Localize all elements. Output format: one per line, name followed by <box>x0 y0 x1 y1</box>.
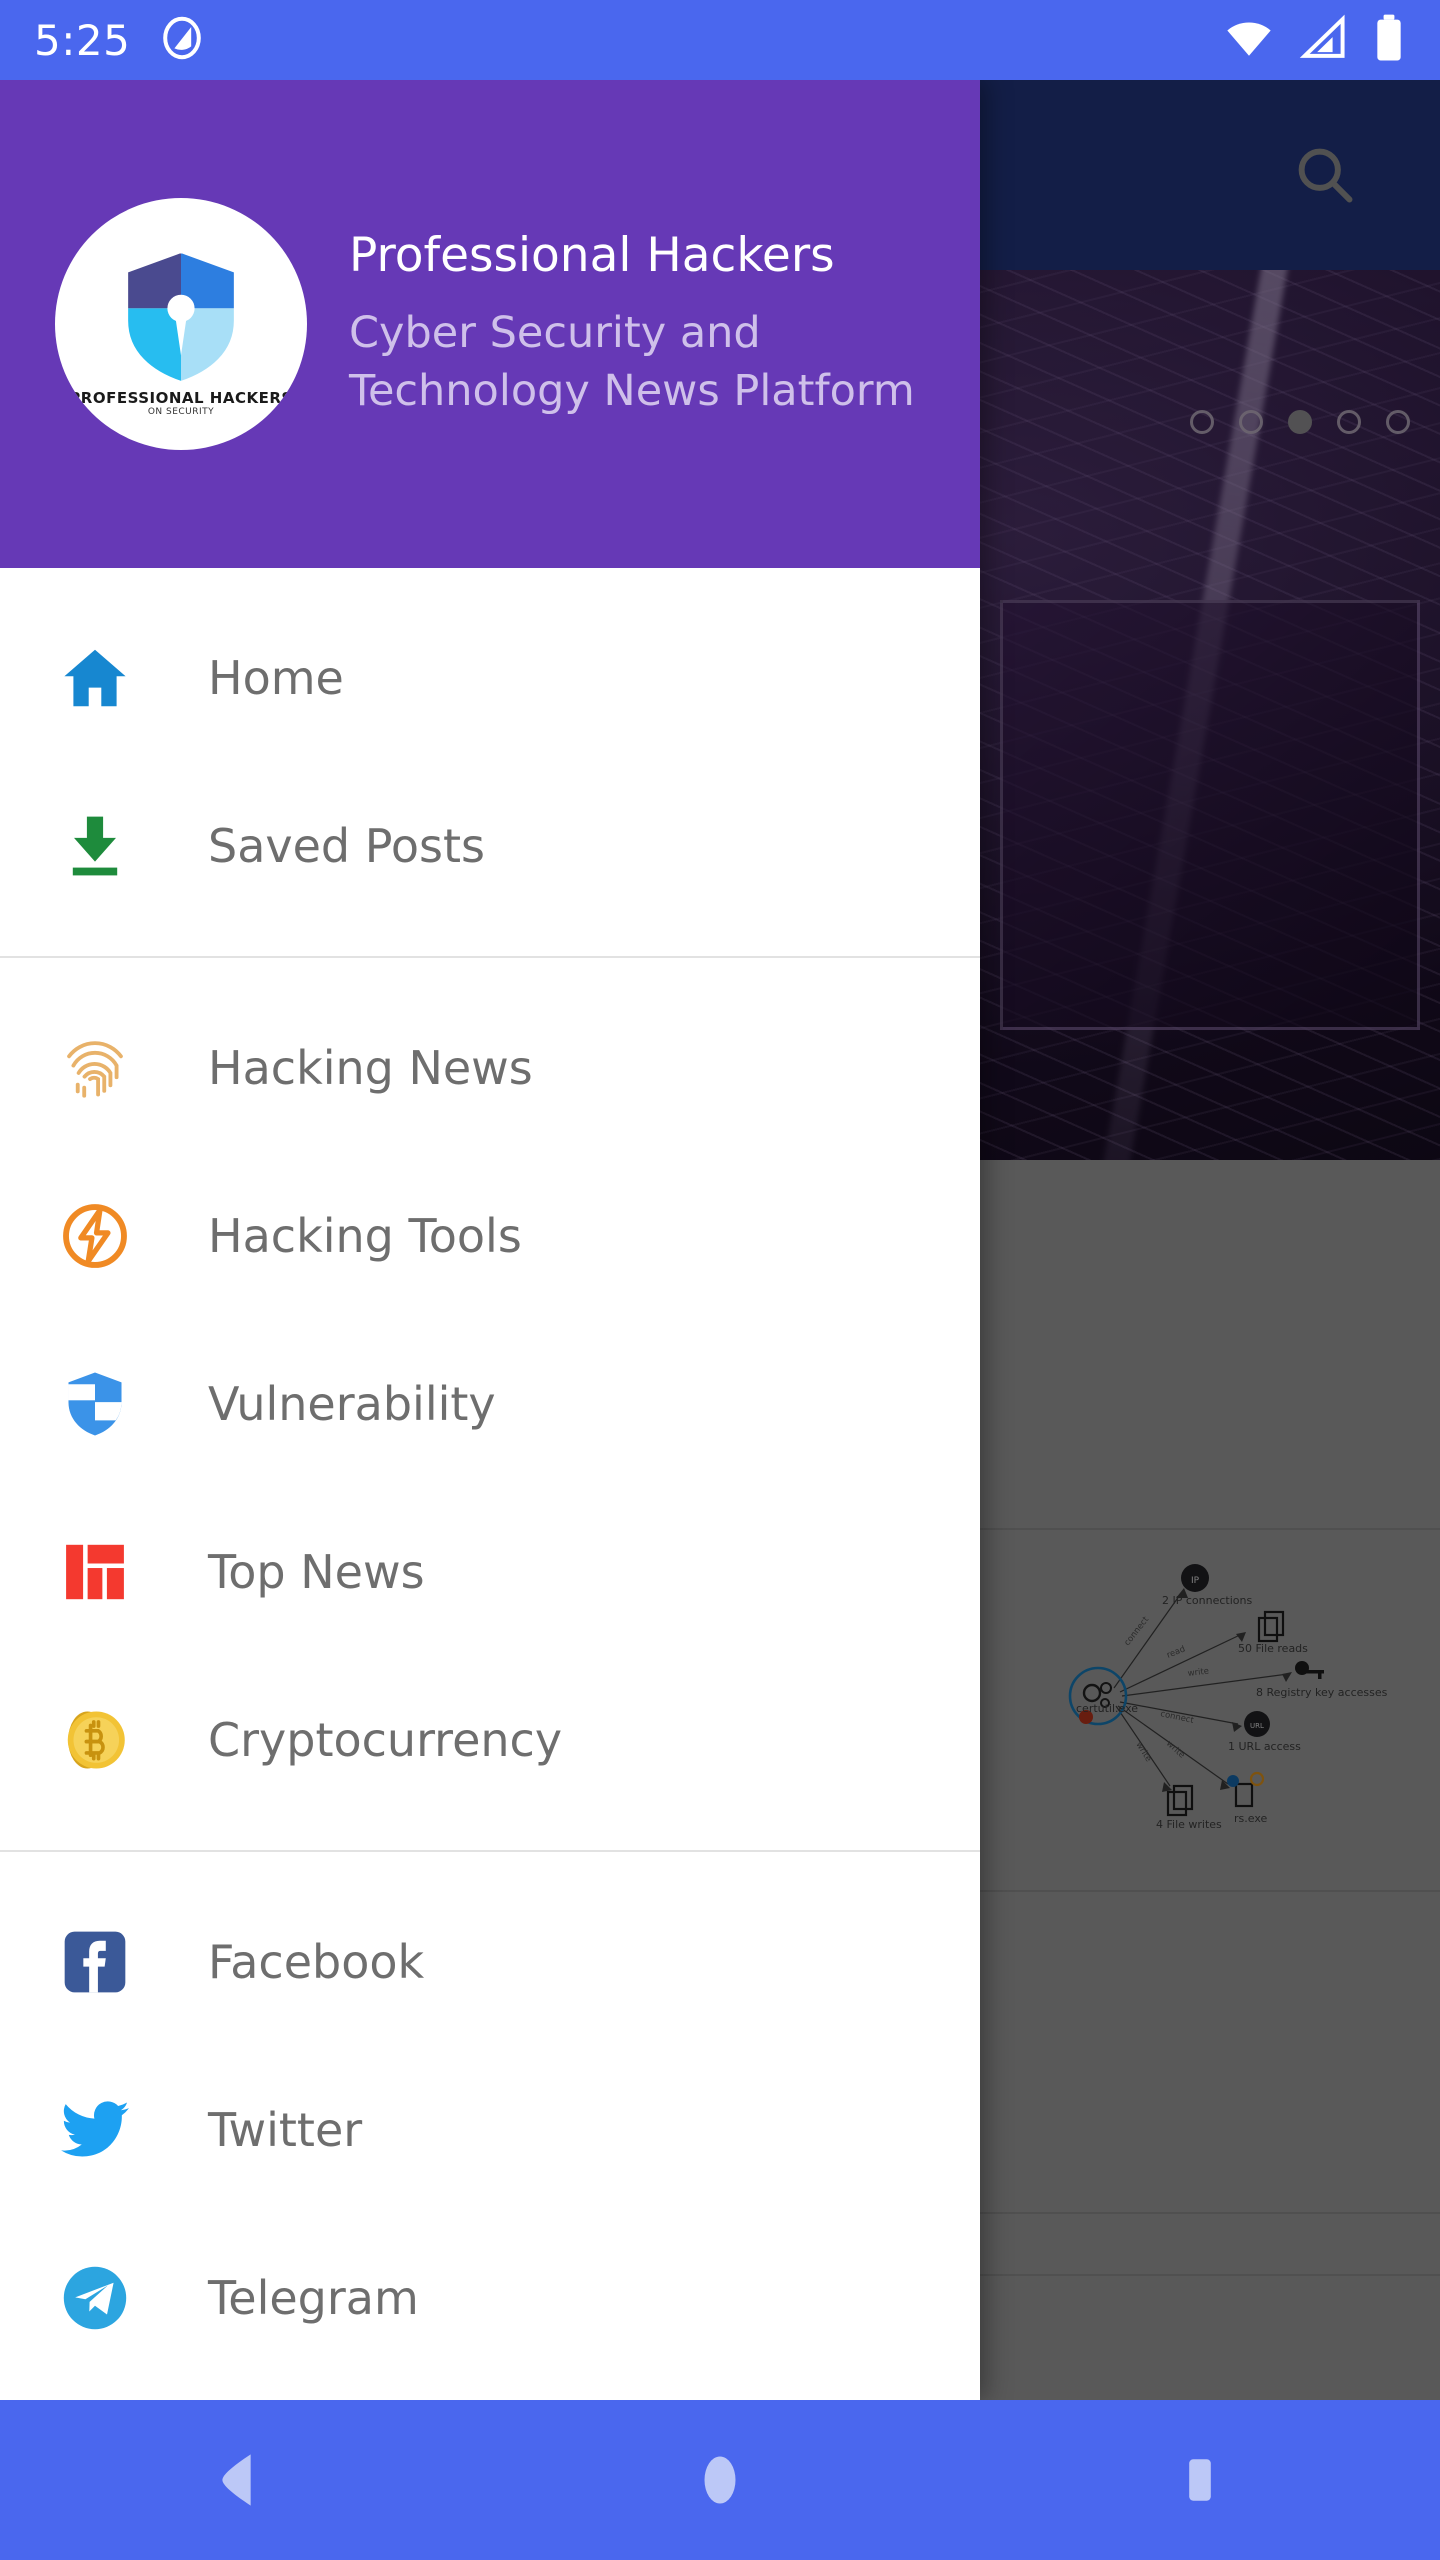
drawer-header-text: Professional Hackers Cyber Security and … <box>349 228 980 420</box>
status-bar: 5:25 <box>0 0 1440 80</box>
drawer-header: PROFESSIONAL HACKERS ON SECURITY Profess… <box>0 80 980 568</box>
sidebar-item-telegram[interactable]: Telegram <box>0 2214 980 2382</box>
sidebar-item-label: Home <box>208 651 344 705</box>
download-icon <box>50 810 140 882</box>
fingerprint-icon <box>50 1031 140 1105</box>
sidebar-item-twitter[interactable]: Twitter <box>0 2046 980 2214</box>
phone-screen: cy enSilo <box>0 0 1440 2560</box>
drawer-menu-group-main: Home Saved Posts <box>0 568 980 956</box>
drawer-subtitle: Cyber Security and Technology News Platf… <box>349 307 915 416</box>
facebook-icon <box>50 1927 140 1997</box>
status-bar-left: 5:25 <box>34 14 206 66</box>
sidebar-item-label: Telegram <box>208 2271 419 2325</box>
cellular-signal-icon <box>1298 13 1348 67</box>
sidebar-item-facebook[interactable]: Facebook <box>0 1878 980 2046</box>
wifi-icon <box>1224 13 1274 67</box>
sidebar-item-home[interactable]: Home <box>0 594 980 762</box>
sidebar-item-saved-posts[interactable]: Saved Posts <box>0 762 980 930</box>
app-notification-icon <box>158 14 206 66</box>
shield-keyhole-logo-icon <box>125 249 237 385</box>
battery-icon <box>1372 13 1406 67</box>
home-icon <box>50 642 140 714</box>
lightning-bolt-icon <box>50 1199 140 1273</box>
android-navigation-bar[interactable] <box>0 2400 1440 2560</box>
status-bar-right <box>1224 13 1406 67</box>
sidebar-item-label: Cryptocurrency <box>208 1713 563 1767</box>
status-bar-clock: 5:25 <box>34 15 131 65</box>
drawer-menu-group-categories: Hacking News Hacking Tools Vulnerability… <box>0 958 980 1850</box>
back-button[interactable] <box>150 2400 330 2560</box>
drawer-title: Professional Hackers <box>349 227 835 283</box>
twitter-icon <box>50 2093 140 2167</box>
app-logo-avatar: PROFESSIONAL HACKERS ON SECURITY <box>55 198 307 450</box>
sidebar-item-hacking-news[interactable]: Hacking News <box>0 984 980 1152</box>
sidebar-item-vulnerability[interactable]: Vulnerability <box>0 1320 980 1488</box>
logo-wordmark: PROFESSIONAL HACKERS <box>69 389 293 407</box>
sidebar-item-label: Saved Posts <box>208 819 485 873</box>
sidebar-item-hacking-tools[interactable]: Hacking Tools <box>0 1152 980 1320</box>
recents-button[interactable] <box>1110 2400 1290 2560</box>
sidebar-item-label: Top News <box>208 1545 425 1599</box>
sidebar-item-cryptocurrency[interactable]: Cryptocurrency <box>0 1656 980 1824</box>
sidebar-item-label: Hacking Tools <box>208 1209 522 1263</box>
home-button[interactable] <box>630 2400 810 2560</box>
sidebar-item-label: Twitter <box>208 2103 363 2157</box>
sidebar-item-label: Hacking News <box>208 1041 533 1095</box>
shield-icon <box>50 1367 140 1441</box>
navigation-drawer: PROFESSIONAL HACKERS ON SECURITY Profess… <box>0 80 980 2400</box>
sidebar-item-label: Facebook <box>208 1935 425 1989</box>
bitcoin-coin-icon <box>50 1702 140 1778</box>
drawer-menu-group-social: Facebook Twitter Telegram <box>0 1852 980 2400</box>
news-grid-icon <box>50 1538 140 1606</box>
logo-subword: ON SECURITY <box>147 407 215 417</box>
telegram-icon <box>50 2262 140 2334</box>
sidebar-item-top-news[interactable]: Top News <box>0 1488 980 1656</box>
sidebar-item-label: Vulnerability <box>208 1377 496 1431</box>
